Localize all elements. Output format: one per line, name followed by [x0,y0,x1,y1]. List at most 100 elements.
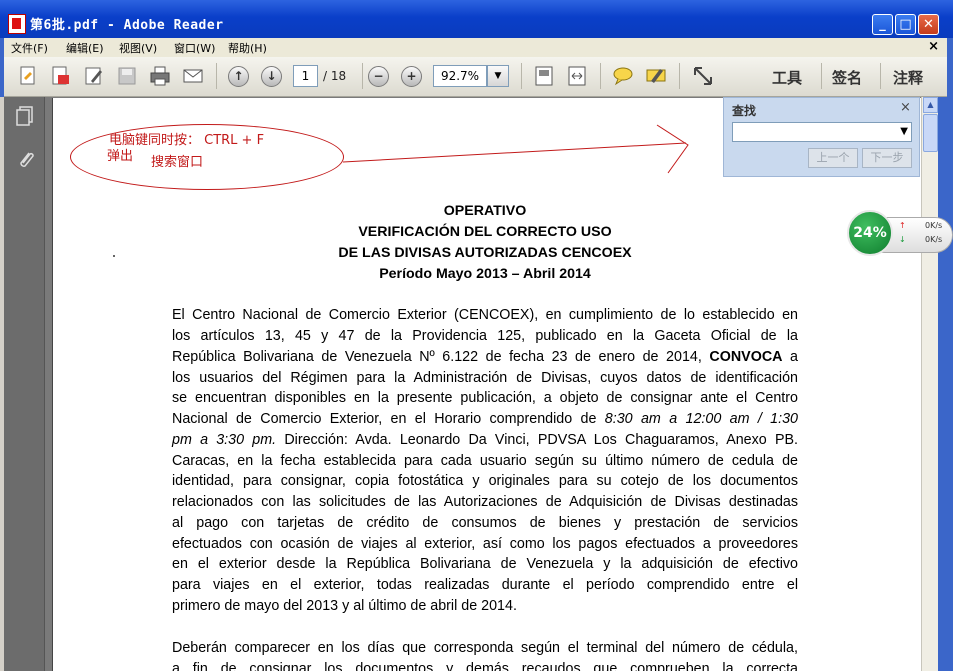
maximize-button[interactable]: □ [895,14,916,35]
doc-heading-line: VERIFICACIÓN DEL CORRECTO USO [358,224,612,240]
navigation-pane [4,97,45,671]
create-pdf-button[interactable] [17,65,39,87]
adobe-pdf-icon [8,14,26,34]
highlight-button[interactable] [645,65,667,87]
network-speed-widget[interactable]: 24% ↑ ↓ 0K/s 0K/s [847,210,953,256]
doc-heading-line: OPERATIVO [443,203,527,219]
desktop-background [938,97,953,671]
doc-text-line: se encuentran disponibles en la presente… [172,390,798,406]
save-icon [118,67,136,85]
doc-text: República Bolivariana de Venezuela Nº 6.… [172,349,702,365]
doc-text-line: primero de mayo del 2013 y al último de … [172,598,517,614]
fit-page-button[interactable] [533,65,555,87]
vertical-scrollbar[interactable]: ▲ [921,97,939,671]
minimize-button[interactable]: _ [872,14,893,35]
doc-text-line: El Centro Nacional de Comercio Exterior … [172,307,798,323]
page-number-input[interactable]: 1 [293,65,318,87]
sign-link[interactable]: 签名 [832,67,862,88]
menu-window[interactable]: 窗口(W) [174,40,215,56]
doc-text-line: efectuados con ocasión de viajes al exte… [172,536,798,552]
document-close-button[interactable]: × [928,39,939,54]
comment-button[interactable] [612,65,634,87]
speech-bubble-icon [613,67,633,86]
chevron-down-icon[interactable]: ▼ [900,123,908,141]
tools-link[interactable]: 工具 [772,67,802,88]
doc-heading-line: Período Mayo 2013 – Abril 2014 [379,266,591,282]
sign-button[interactable] [83,65,105,87]
toolbar-separator [880,63,881,89]
toolbar-separator [821,63,822,89]
toolbar-separator [600,63,601,89]
find-previous-button[interactable]: 上一个 [808,148,858,168]
fit-width-button[interactable] [566,65,588,87]
zoom-input[interactable]: 92.7% [433,65,487,87]
doc-text: Nacional de Comercio Exterior, en el Hor… [172,411,597,427]
print-button[interactable] [149,65,171,87]
doc-text-line: los usuarios del Régimen para la Adminis… [172,370,798,386]
scroll-thumb[interactable] [923,114,938,152]
next-page-button[interactable]: ↓ [261,66,282,87]
arrow-up-icon: ↑ [233,69,244,83]
doc-text-line: pm a 3:30 pm. Dirección: Avda. Leonardo … [172,432,798,448]
fit-page-icon [535,66,553,86]
doc-text-line: al pago con tarjetas de crédito de consu… [172,515,798,531]
doc-text-line: Deberán comparecer en los días que corre… [172,640,798,656]
toolbar-separator [521,63,522,89]
save-button[interactable] [116,65,138,87]
attachment-icon[interactable] [15,149,35,171]
menu-view[interactable]: 视图(V) [119,40,157,56]
close-button[interactable]: ✕ [918,14,939,35]
email-icon [183,69,203,83]
adobe-reader-window: 第6批.pdf - Adobe Reader _ □ ✕ 文件(F) 编辑(E)… [0,0,953,671]
doc-text: a [782,349,798,365]
find-title: 查找 [732,104,757,118]
email-button[interactable] [182,65,204,87]
annotation-text: 搜索窗口 [151,155,204,170]
find-input[interactable]: ▼ [732,122,912,142]
doc-text: Dirección: Avda. Leonardo Da Vinci, PDVS… [276,432,798,448]
zoom-out-button[interactable]: − [368,66,389,87]
download-arrow-icon: ↓ [899,235,906,244]
sign-icon [85,67,102,85]
annotation-text: 弹出 [107,149,134,164]
menu-help[interactable]: 帮助(H) [228,40,267,56]
doc-text-line: identidad, para consignar, copia fotostá… [172,473,798,489]
arrow-down-icon: ↓ [266,69,277,83]
highlighter-icon [646,69,666,83]
doc-text-line: en el exterior desde la República Boliva… [172,556,798,572]
find-panel: 查找 × ▼ 上一个 下一步 [723,97,920,177]
toolbar-separator [362,63,363,89]
previous-page-button[interactable]: ↑ [228,66,249,87]
export-button[interactable] [50,65,72,87]
comment-link[interactable]: 注释 [893,67,923,88]
find-close-button[interactable]: × [900,100,911,115]
doc-italic-text: 8:30 am a 12:00 am / 1:30 [604,411,798,427]
full-screen-button[interactable] [692,65,714,87]
menu-edit[interactable]: 编辑(E) [66,40,104,56]
print-icon [150,66,170,86]
export-icon [52,66,69,85]
minimize-icon: _ [879,17,886,32]
doc-italic-text: pm a 3:30 pm. [172,432,277,448]
fit-width-icon [568,66,586,86]
minus-icon: − [373,69,384,83]
toolbar-separator [216,63,217,89]
doc-text-line: los artículos 13, 45 y 47 de la Providen… [172,328,798,344]
title-bar: 第6批.pdf - Adobe Reader _ □ ✕ [0,0,953,38]
menu-file[interactable]: 文件(F) [11,40,48,56]
expand-icon [694,67,712,85]
doc-text-line: relacionados con las solicitudes de las … [172,494,798,510]
doc-text-line: República Bolivariana de Venezuela Nº 6.… [172,349,798,365]
window-title: 第6批.pdf - Adobe Reader [30,18,224,33]
chevron-down-icon: ▼ [494,71,502,81]
doc-bold-text: CONVOCA [709,349,783,365]
zoom-in-button[interactable]: + [401,66,422,87]
scroll-up-button[interactable]: ▲ [923,97,938,113]
create-pdf-icon [20,66,35,85]
doc-text-line: Nacional de Comercio Exterior, en el Hor… [172,411,798,427]
find-next-button[interactable]: 下一步 [862,148,912,168]
zoom-dropdown-button[interactable]: ▼ [487,65,509,87]
pages-icon[interactable] [15,105,35,127]
toolbar-separator [679,63,680,89]
stray-mark [113,255,115,257]
